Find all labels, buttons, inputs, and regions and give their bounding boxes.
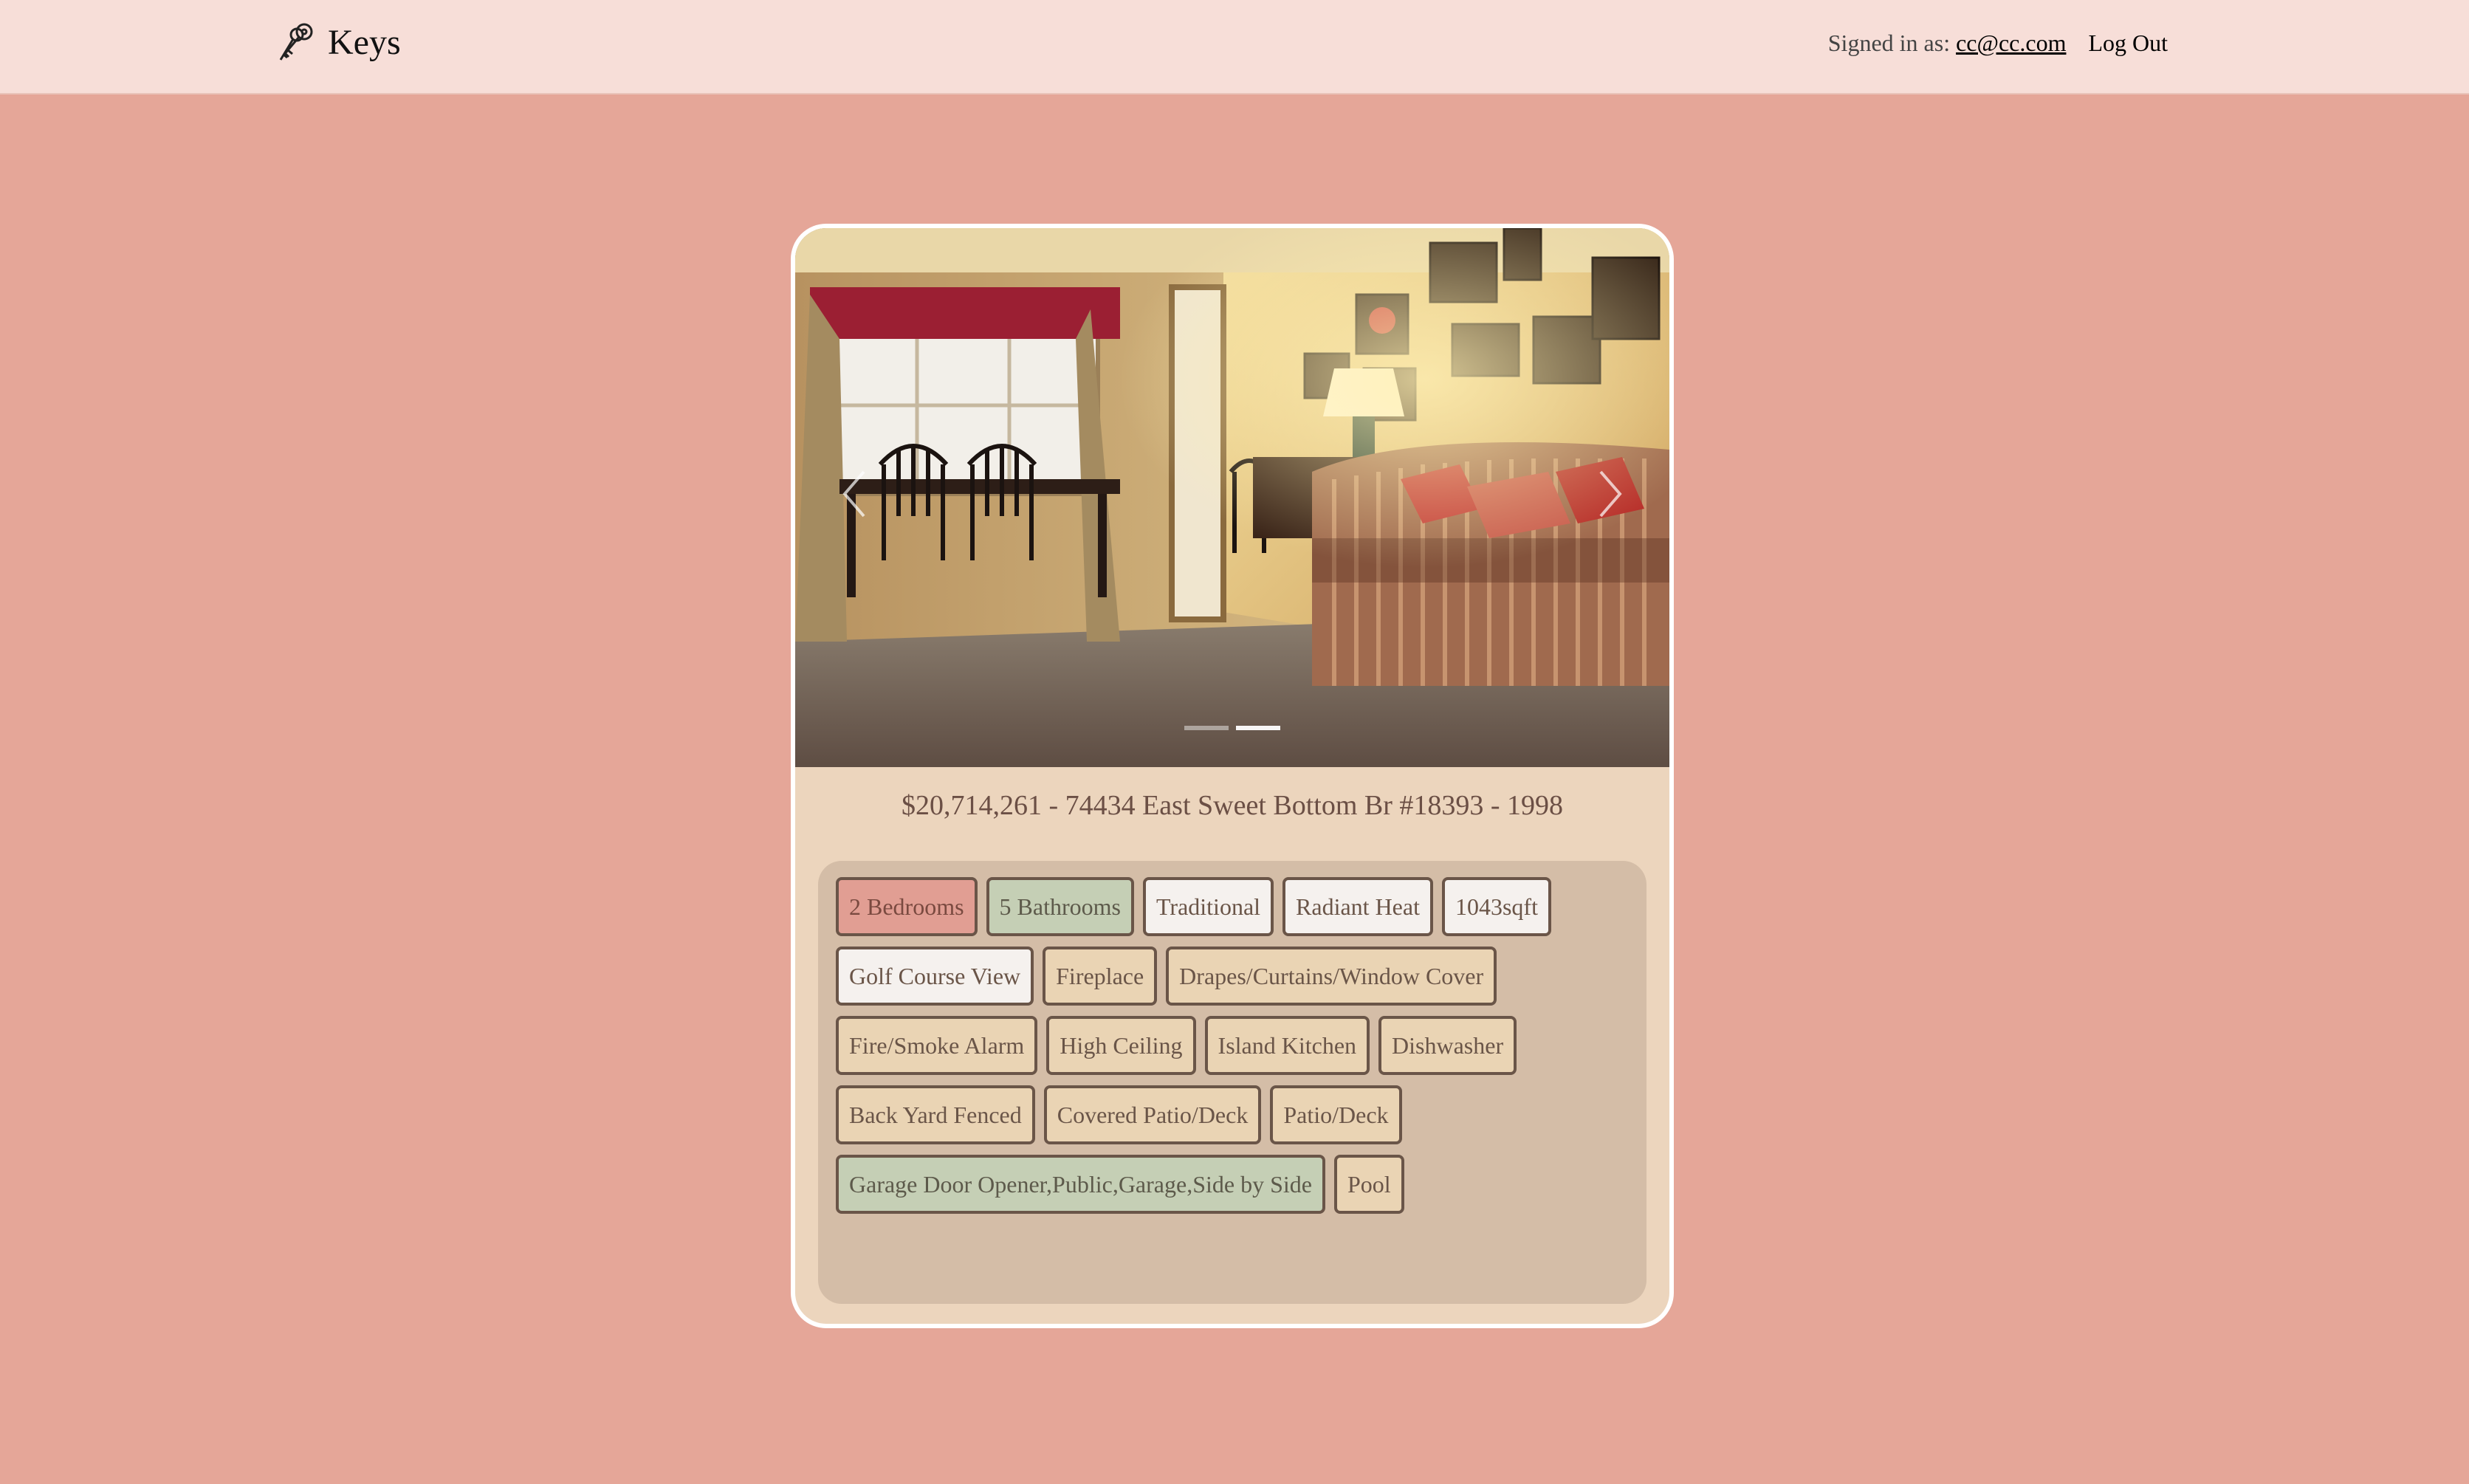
tag-pool: Pool: [1333, 1155, 1404, 1214]
listing-title: $20,714,261 - 74434 East Sweet Bottom Br…: [901, 790, 1564, 821]
carousel-indicator-2[interactable]: [1236, 726, 1280, 730]
tag-bathrooms: 5 Bathrooms: [986, 877, 1134, 936]
brand-name: Keys: [328, 22, 401, 62]
tag-patio: Patio/Deck: [1270, 1085, 1402, 1144]
tag-row: Garage Door Opener,Public,Garage,Side by…: [836, 1155, 1629, 1214]
tag-bedrooms: 2 Bedrooms: [836, 877, 978, 936]
tag-view: Golf Course View: [836, 947, 1034, 1006]
tag-row: 2 Bedrooms 5 Bathrooms Traditional Radia…: [836, 877, 1629, 936]
brand[interactable]: Keys: [275, 16, 401, 68]
keys-icon: [279, 23, 313, 61]
tag-island-kitchen: Island Kitchen: [1204, 1016, 1370, 1075]
signed-in-label: Signed in as: cc@cc.com: [1828, 30, 2067, 57]
photo-carousel: [795, 228, 1669, 767]
tag-covered-patio: Covered Patio/Deck: [1043, 1085, 1262, 1144]
carousel-indicators: [795, 726, 1669, 730]
tag-garage: Garage Door Opener,Public,Garage,Side by…: [836, 1155, 1325, 1214]
tag-window-cover: Drapes/Curtains/Window Cover: [1166, 947, 1497, 1006]
tag-heating: Radiant Heat: [1282, 877, 1433, 936]
logout-button[interactable]: Log Out: [2088, 30, 2168, 57]
tag-fireplace: Fireplace: [1043, 947, 1158, 1006]
tag-back-yard: Back Yard Fenced: [836, 1085, 1035, 1144]
signed-in-text: Signed in as:: [1827, 30, 1951, 56]
user-info: Signed in as: cc@cc.com Log Out: [1828, 30, 2168, 57]
carousel-next-icon[interactable]: [1592, 464, 1629, 523]
listing-card: $20,714,261 - 74434 East Sweet Bottom Br…: [791, 224, 1674, 1328]
tag-smoke-alarm: Fire/Smoke Alarm: [836, 1016, 1038, 1075]
tag-row: Fire/Smoke Alarm High Ceiling Island Kit…: [836, 1016, 1629, 1075]
top-navbar: Keys Signed in as: cc@cc.com Log Out: [0, 0, 2469, 95]
tag-dishwasher: Dishwasher: [1378, 1016, 1517, 1075]
tag-style: Traditional: [1142, 877, 1274, 936]
carousel-prev-icon[interactable]: [836, 464, 873, 523]
tag-high-ceiling: High Ceiling: [1046, 1016, 1196, 1075]
carousel-indicator-1[interactable]: [1184, 726, 1229, 730]
tag-row: Back Yard Fenced Covered Patio/Deck Pati…: [836, 1085, 1629, 1144]
tag-area: 1043sqft: [1441, 877, 1551, 936]
tag-row: Golf Course View Fireplace Drapes/Curtai…: [836, 947, 1629, 1006]
listing-photo: [795, 228, 1669, 767]
features-panel: 2 Bedrooms 5 Bathrooms Traditional Radia…: [818, 861, 1646, 1304]
user-email-link[interactable]: cc@cc.com: [1956, 30, 2066, 56]
